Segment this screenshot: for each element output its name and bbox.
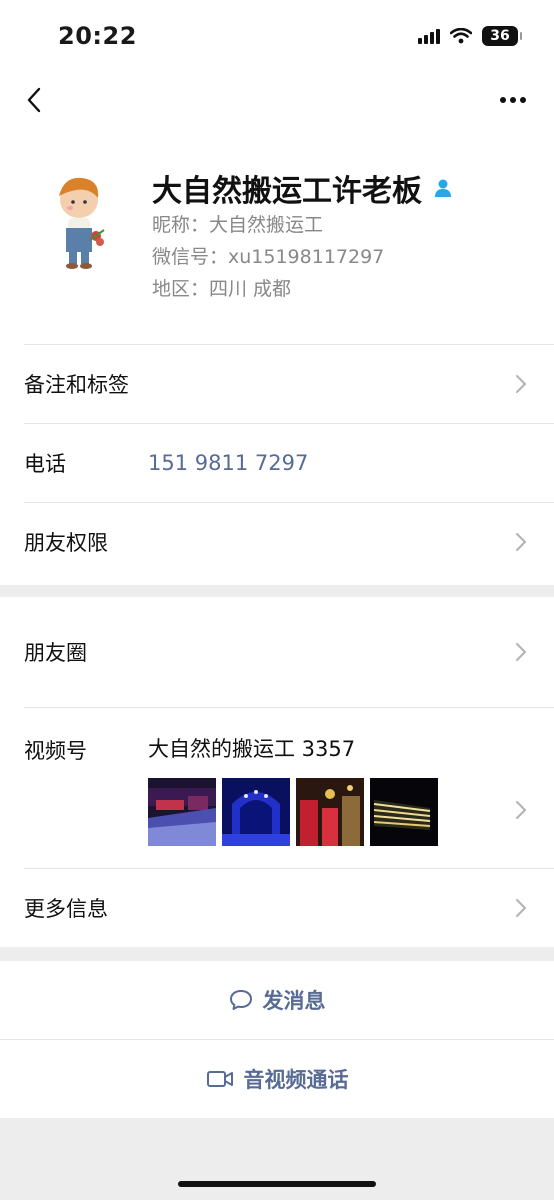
divider	[24, 344, 554, 345]
chat-bubble-icon	[229, 990, 252, 1010]
phone-label: 电话	[24, 451, 66, 476]
profile-section: 大自然搬运工许老板 昵称：大自然搬运工 微信号：xu15198117297 地区…	[0, 130, 554, 585]
region: 地区：四川 成都	[152, 278, 292, 300]
send-message-label: 发消息	[262, 989, 326, 1013]
avatar-image	[59, 177, 105, 269]
battery-icon: 36	[482, 26, 522, 46]
status-time: 20:22	[58, 22, 137, 50]
back-icon	[27, 87, 41, 113]
more-info-label: 更多信息	[24, 896, 108, 921]
battery-level: 36	[490, 28, 510, 44]
divider	[24, 502, 554, 503]
avatar[interactable]	[24, 166, 134, 276]
more-icon	[500, 97, 526, 103]
chevron-right-icon	[514, 531, 528, 553]
phone-row[interactable]: 电话 151 9811 7297	[0, 423, 554, 502]
divider	[24, 868, 554, 869]
channels-name: 大自然的搬运工 3357	[148, 737, 356, 761]
av-call-label: 音视频通话	[243, 1068, 349, 1092]
actions-section: 发消息 音视频通话	[0, 961, 554, 1118]
nickname: 昵称：大自然搬运工	[152, 214, 324, 236]
signal-icon	[418, 28, 440, 44]
status-icons: 36	[418, 26, 522, 46]
divider	[24, 423, 554, 424]
chevron-right-icon	[514, 799, 528, 821]
more-button[interactable]	[496, 82, 530, 118]
channel-thumbnail[interactable]	[370, 778, 438, 846]
status-bar: 20:22 36	[0, 0, 554, 70]
back-button[interactable]	[18, 82, 50, 118]
more-info-row[interactable]: 更多信息	[0, 868, 554, 947]
divider	[24, 707, 554, 708]
channels-thumbnails	[148, 778, 438, 846]
moments-label: 朋友圈	[24, 640, 87, 665]
wechat-id: 微信号：xu15198117297	[152, 246, 385, 268]
display-name: 大自然搬运工许老板	[152, 174, 422, 209]
notes-tags-label: 备注和标签	[24, 372, 129, 397]
wifi-icon	[450, 28, 472, 44]
channel-thumbnail[interactable]	[148, 778, 216, 846]
moments-row[interactable]: 朋友圈	[0, 612, 554, 691]
name-line: 大自然搬运工许老板	[152, 166, 454, 210]
av-call-button[interactable]: 音视频通话	[0, 1040, 554, 1118]
channel-thumbnail[interactable]	[296, 778, 364, 846]
channel-thumbnail[interactable]	[222, 778, 290, 846]
notes-tags-row[interactable]: 备注和标签	[0, 344, 554, 423]
friend-permissions-label: 朋友权限	[24, 530, 108, 555]
channels-label: 视频号	[24, 739, 87, 763]
video-camera-icon	[206, 1071, 233, 1087]
send-message-button[interactable]: 发消息	[0, 961, 554, 1039]
phone-number-link[interactable]: 151 9811 7297	[148, 451, 308, 475]
friend-permissions-row[interactable]: 朋友权限	[0, 502, 554, 581]
home-indicator[interactable]	[178, 1181, 376, 1187]
nav-bar	[0, 70, 554, 130]
chevron-right-icon	[514, 373, 528, 395]
verified-icon	[435, 179, 451, 197]
chevron-right-icon	[514, 641, 528, 663]
moments-section: 朋友圈 视频号 大自然的搬运工 3357 更多信息	[0, 597, 554, 947]
chevron-right-icon	[514, 897, 528, 919]
